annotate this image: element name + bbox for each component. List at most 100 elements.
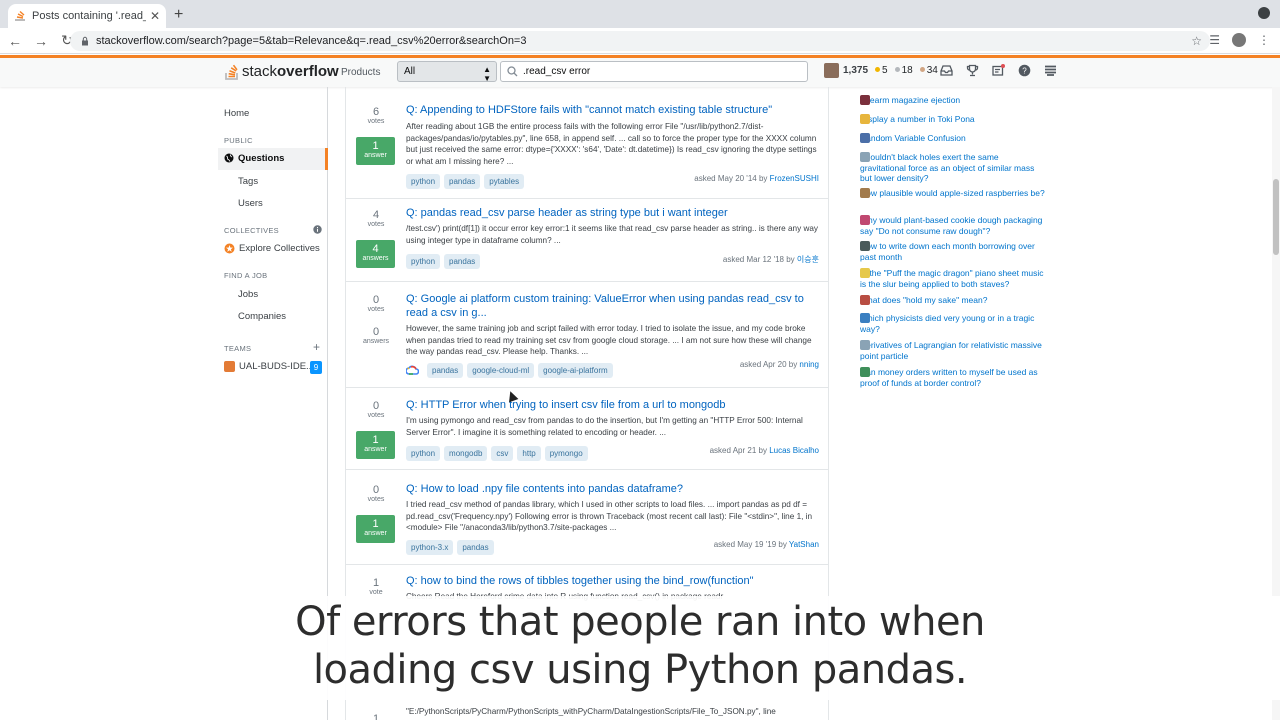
help-icon[interactable]: ? (1018, 64, 1031, 77)
hot-question-link[interactable]: Which physicists died very young or in a… (845, 313, 1045, 334)
sidebar-item-team[interactable]: UAL-BUDS-IDE... (224, 361, 314, 372)
search-input[interactable]: .read_csv error (500, 61, 808, 82)
browser-menu-icon[interactable]: ⋮ (1258, 33, 1270, 47)
tag[interactable]: pandas (427, 363, 464, 378)
user-avatar[interactable] (824, 63, 839, 78)
add-team-icon[interactable]: + (313, 340, 320, 354)
user-link[interactable]: Lucas Bicalho (769, 446, 819, 455)
votes-number: 1 (372, 713, 380, 720)
globe-icon (224, 153, 234, 163)
tag-list: pandas google-cloud-ml google-ai-platfor… (406, 363, 613, 378)
hot-question-title: Firearm magazine ejection (860, 95, 961, 105)
tag[interactable]: python-3.x (406, 540, 454, 555)
hot-question-link[interactable]: Can money orders written to myself be us… (845, 367, 1045, 388)
tag[interactable]: pytables (484, 174, 525, 189)
collectives-star-icon (224, 243, 235, 254)
hot-question-link[interactable]: Why would plant-based cookie dough packa… (845, 215, 1045, 236)
scrollbar-thumb[interactable] (1273, 179, 1279, 255)
products-link[interactable]: Products (341, 67, 380, 78)
tag[interactable]: csv (491, 446, 514, 461)
stackoverflow-logo-icon (225, 64, 238, 80)
site-icon (860, 114, 870, 124)
site-icon (860, 215, 870, 225)
tag[interactable]: pandas (457, 540, 494, 555)
question-title-link[interactable]: Q: Appending to HDFStore fails with "can… (406, 103, 821, 117)
stackoverflow-logo[interactable]: stack overflow (224, 61, 339, 81)
accepted-answer-count: 1 answer (356, 137, 395, 165)
hot-question-title: Derivatives of Lagrangian for relativist… (860, 340, 1042, 361)
user-link[interactable]: nning (799, 360, 819, 369)
back-icon[interactable]: ← (4, 33, 26, 49)
user-card[interactable]: 1,375 5 18 34 (824, 63, 938, 78)
hot-question-link[interactable]: Random Variable Confusion (845, 133, 1045, 144)
caption-line-2: loading csv using Python pandas. (312, 647, 968, 693)
browser-tab[interactable]: Posts containing '.read_csv err ✕ (8, 4, 166, 28)
site-icon (860, 295, 870, 305)
question-excerpt: However, the same training job and scrip… (406, 324, 812, 356)
address-bar[interactable]: stackoverflow.com/search?page=5&tab=Rele… (70, 31, 1210, 51)
tag[interactable]: pymongo (544, 446, 588, 461)
votes-number: 0 (372, 484, 380, 496)
question-title-link[interactable]: Q: Google ai platform custom training: V… (406, 292, 821, 320)
question-title-link[interactable]: Q: HTTP Error when trying to insert csv … (406, 398, 821, 412)
gold-count: 5 (882, 65, 888, 76)
votes-label: votes (367, 221, 385, 228)
tag[interactable]: mongodb (444, 446, 488, 461)
answers-number: 0 (372, 326, 380, 338)
tag[interactable]: python (406, 254, 441, 269)
tag[interactable]: pandas (444, 254, 481, 269)
site-switcher-icon[interactable] (1044, 64, 1057, 77)
question-title-link[interactable]: Q: How to load .npy file contents into p… (406, 482, 821, 496)
review-queue-icon[interactable] (992, 64, 1005, 77)
hot-question-title: What does "hold my sake" mean? (860, 295, 988, 305)
tag-list: python-3.x pandas (406, 540, 494, 555)
tag[interactable]: python (406, 174, 441, 189)
achievements-trophy-icon[interactable] (966, 64, 979, 77)
sidebar-item-jobs[interactable]: Jobs (238, 289, 258, 300)
silver-badge-icon (894, 67, 900, 72)
inbox-icon[interactable] (940, 64, 953, 77)
tag[interactable]: google-ai-platform (538, 363, 613, 378)
logo-stack-text: stack (242, 62, 278, 80)
hot-question-link[interactable]: What does "hold my sake" mean? (845, 295, 1045, 306)
sidebar-item-questions[interactable]: Questions (218, 148, 328, 170)
user-link[interactable]: YatShan (789, 540, 819, 549)
result-item: 6 votes 1 answer Q: Appending to HDFStore … (346, 87, 828, 199)
forward-icon[interactable]: → (30, 33, 52, 49)
hot-question-link[interactable]: Derivatives of Lagrangian for relativist… (845, 340, 1045, 361)
asked-meta: asked May 19 '19 by YatShan (714, 540, 819, 549)
question-title-link[interactable]: Q: how to bind the rows of tibbles toget… (406, 574, 821, 588)
logo-overflow-text: overflow (277, 62, 339, 80)
hot-question-link[interactable]: Shouldn't black holes exert the same gra… (845, 152, 1045, 184)
tab-close-icon[interactable]: ✕ (150, 9, 160, 23)
answers-number: 1 (372, 140, 379, 152)
sidebar-item-home[interactable]: Home (224, 108, 249, 119)
hot-question-link[interactable]: In the "Puff the magic dragon" piano she… (845, 268, 1045, 289)
tag[interactable]: http (517, 446, 541, 461)
hot-question-link[interactable]: Display a number in Toki Pona (845, 114, 1045, 125)
search-scope-select[interactable]: All ▲ ▼ (397, 61, 497, 83)
profile-avatar[interactable] (1232, 33, 1246, 47)
reading-list-icon[interactable]: ☰ (1209, 33, 1220, 47)
tag[interactable]: google-cloud-ml (467, 363, 535, 378)
tag[interactable]: pandas (444, 174, 481, 189)
hot-question-link[interactable]: How to write down each month borrowing o… (845, 241, 1045, 262)
user-link[interactable]: FrozenSUSHI (770, 174, 819, 183)
sidebar-item-users[interactable]: Users (238, 198, 263, 209)
info-icon[interactable] (313, 225, 322, 234)
new-tab-icon[interactable]: + (174, 6, 183, 24)
sidebar-item-explore-collectives[interactable]: Explore Collectives (224, 243, 320, 254)
site-icon (860, 133, 870, 143)
user-link[interactable]: 이승훈 (797, 255, 819, 264)
tab-search-icon[interactable] (1258, 7, 1270, 19)
tag[interactable]: python (406, 446, 441, 461)
question-title-link[interactable]: Q: pandas read_csv parse header as strin… (406, 206, 821, 220)
hot-question-link[interactable]: Firearm magazine ejection (845, 95, 1045, 106)
sidebar-item-companies[interactable]: Companies (238, 311, 286, 322)
google-cloud-collective-icon[interactable] (406, 364, 419, 377)
bookmark-star-icon[interactable]: ☆ (1191, 34, 1202, 48)
sidebar-item-tags[interactable]: Tags (238, 176, 258, 187)
tag-list: python mongodb csv http pymongo (406, 446, 588, 461)
hot-question-link[interactable]: How plausible would apple-sized raspberr… (845, 188, 1045, 199)
team-notification-badge: 9 (310, 361, 322, 374)
